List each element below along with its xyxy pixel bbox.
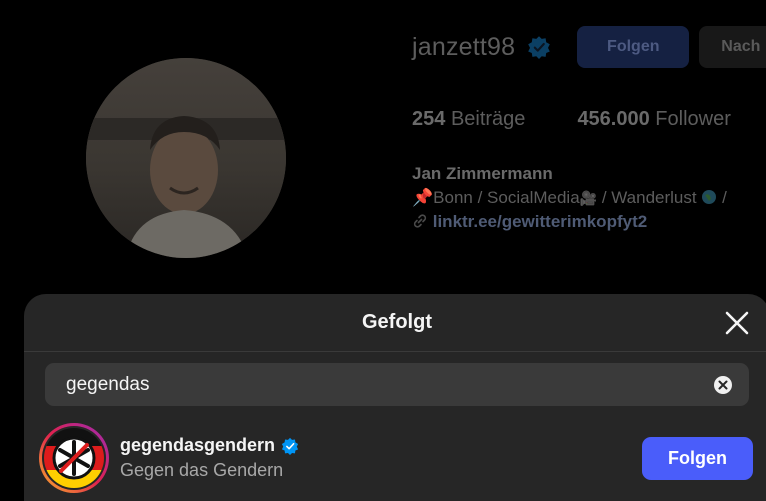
bio-wanderlust: / Wanderlust	[597, 188, 697, 207]
bio-location: Bonn / SocialMedia	[433, 188, 580, 207]
profile-follow-button[interactable]: Folgen	[577, 26, 690, 68]
posts-count: 254	[412, 108, 446, 130]
profile-avatar[interactable]	[86, 58, 286, 258]
bio-link[interactable]: linktr.ee/gewitterimkopfyt2	[433, 212, 647, 231]
bio-link-row[interactable]: linktr.ee/gewitterimkopfyt2	[412, 210, 727, 234]
result-text: gegendasgendern Gegen das Gendern	[120, 435, 642, 481]
result-subtitle: Gegen das Gendern	[120, 460, 284, 480]
profile-stats: 254 Beiträge 456.000 Follower	[412, 108, 731, 131]
result-username[interactable]: gegendasgendern	[120, 435, 275, 456]
profile-message-button[interactable]: Nach	[699, 26, 766, 68]
search-input[interactable]	[66, 373, 686, 396]
followers-label: Follower	[655, 108, 731, 130]
profile-username: janzett98	[412, 32, 516, 61]
result-username-row: gegendasgendern	[120, 435, 642, 456]
follow-button[interactable]: Folgen	[642, 436, 753, 480]
followers-stat[interactable]: 456.000 Follower	[577, 108, 730, 131]
posts-label: Beiträge	[450, 108, 526, 130]
bio-line: 📌Bonn / SocialMedia🎥 / Wanderlust /	[412, 186, 727, 210]
bio-tail: /	[717, 188, 727, 207]
posts-stat: 254 Beiträge	[412, 108, 525, 131]
link-icon	[413, 214, 427, 228]
profile-photo	[86, 58, 286, 258]
modal-header: Gefolgt	[24, 294, 766, 352]
profile-header: janzett98 Folgen Nach	[412, 26, 766, 68]
followers-count: 456.000	[577, 108, 650, 130]
profile-full-name: Jan Zimmermann	[412, 164, 553, 183]
modal-title: Gefolgt	[362, 311, 432, 333]
pushpin-icon: 📌	[412, 188, 434, 207]
list-item[interactable]: gegendasgendern Gegen das Gendern Folgen	[38, 420, 753, 496]
search-bar[interactable]	[45, 363, 749, 406]
clear-search-icon[interactable]	[713, 375, 733, 395]
verified-badge-icon	[281, 437, 299, 455]
verified-badge-icon	[528, 36, 551, 59]
result-avatar[interactable]	[38, 422, 110, 494]
movie-camera-icon: 🎥	[579, 190, 598, 206]
profile-bio: Jan Zimmermann 📌Bonn / SocialMedia🎥 / Wa…	[412, 162, 727, 234]
followed-modal: Gefolgt gegendas gegendasgendern Gegen d…	[24, 294, 766, 501]
close-icon[interactable]	[724, 310, 750, 336]
globe-icon	[702, 190, 717, 204]
